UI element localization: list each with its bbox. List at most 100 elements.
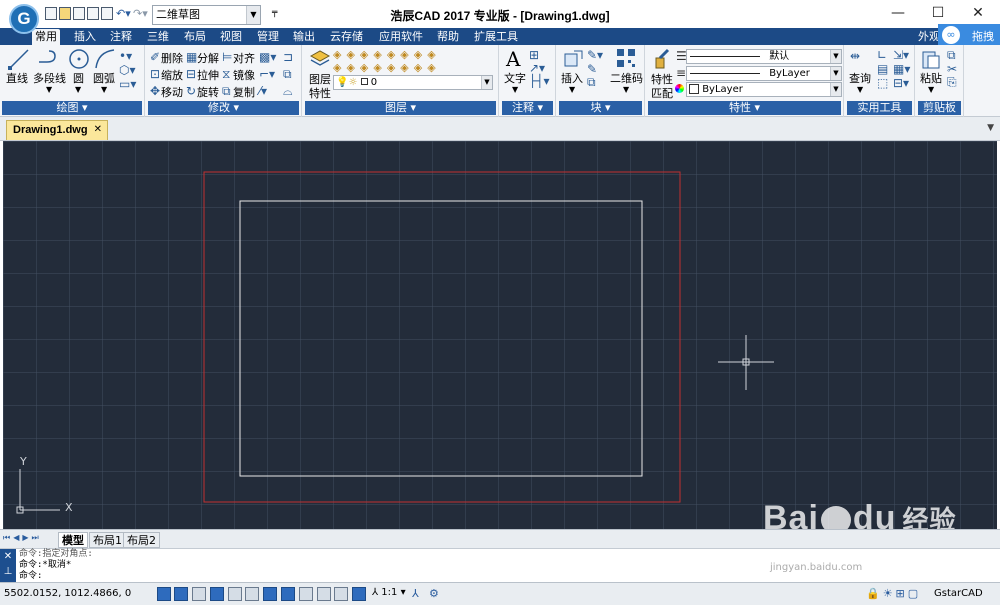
annotation-visibility-icon[interactable]: ⅄ — [412, 587, 419, 600]
layer-tools-row1-icons[interactable]: ◈◈◈◈◈◈◈◈ — [333, 49, 441, 61]
align-button[interactable]: 对齐 — [233, 50, 255, 66]
chevron-down-icon[interactable]: ▼ — [569, 85, 575, 94]
paper-boundary-rect[interactable] — [203, 171, 681, 503]
grid-toggle[interactable] — [174, 587, 188, 601]
tab-layout2[interactable]: 布局2 — [123, 532, 160, 548]
select-icon[interactable]: ⬚ — [877, 77, 888, 89]
copy-clip-icon[interactable]: ⧉ — [947, 49, 956, 61]
annotation-scale[interactable]: ⅄ 1:1 ▾ — [372, 587, 406, 598]
mirror-button[interactable]: 镜像 — [233, 67, 255, 83]
tab-extensions[interactable]: 扩展工具 — [474, 29, 518, 45]
polyline-icon[interactable] — [37, 48, 59, 70]
circle-icon[interactable] — [68, 48, 90, 70]
tab-3d[interactable]: 三维 — [147, 29, 169, 45]
layout-nav-buttons[interactable]: ⏮◀▶⏭ — [3, 533, 42, 543]
insert-button[interactable]: 插入 — [561, 70, 583, 86]
qrcode-icon[interactable] — [616, 48, 636, 68]
tab-insert[interactable]: 插入 — [74, 29, 96, 45]
polyline-button[interactable]: 多段线 — [33, 70, 66, 86]
create-block-icon[interactable]: ✎▾ — [587, 49, 603, 61]
layer-properties-label-2[interactable]: 特性 — [309, 85, 331, 101]
layer-select[interactable]: 💡☼ 0 ▼ — [333, 75, 493, 90]
arc-button[interactable]: 圆弧 — [93, 70, 115, 86]
attribute-icon[interactable]: ⧉ — [587, 76, 596, 88]
lineweight-toggle[interactable] — [299, 587, 313, 601]
layer-properties-icon[interactable] — [309, 48, 331, 70]
angle-icon[interactable]: ∟ — [877, 49, 887, 61]
tab-drawing1[interactable]: Drawing1.dwg ✕ — [6, 120, 108, 140]
array-icon[interactable]: ▩▾ — [259, 51, 276, 63]
tab-layout1[interactable]: 布局1 — [89, 532, 126, 548]
drawing-rectangle[interactable] — [239, 200, 643, 477]
dimension-icon[interactable]: ├┤▾ — [529, 75, 549, 87]
chevron-down-icon[interactable]: ▼ — [101, 85, 107, 94]
copy-button[interactable]: 复制 — [233, 84, 255, 100]
break-icon[interactable]: ⌓ — [283, 85, 293, 97]
chevron-down-icon[interactable]: ▼ — [75, 85, 81, 94]
chevron-down-icon[interactable]: ▼ — [623, 85, 629, 94]
copy-clip-icon[interactable]: ⧉ — [283, 68, 292, 80]
cloud-drag-button[interactable]: ∞ 拖拽 — [938, 24, 1000, 46]
tab-cloud[interactable]: 云存储 — [330, 29, 363, 45]
edit-block-icon[interactable]: ✎ — [587, 63, 597, 75]
tab-list-dropdown-icon[interactable]: ▼ — [987, 123, 994, 133]
lineweight-select[interactable]: ByLayer ▼ — [686, 66, 842, 81]
tab-home[interactable]: 常用 — [32, 29, 60, 45]
polar-toggle[interactable] — [210, 587, 224, 601]
qp-toggle[interactable] — [334, 587, 348, 601]
chevron-down-icon[interactable]: ▼ — [928, 85, 934, 94]
text-icon[interactable]: A — [506, 47, 520, 71]
list-icon[interactable]: ⊟▾ — [893, 77, 909, 89]
workspace-switch-icon[interactable]: ⚙ — [429, 587, 439, 600]
trim-icon[interactable]: ⁄▾ — [259, 85, 267, 97]
move-button[interactable]: 移动 — [161, 84, 183, 100]
id-point-icon[interactable]: ▦▾ — [893, 63, 910, 75]
erase-button[interactable]: 删除 — [161, 50, 183, 66]
layers-group-label[interactable]: 图层 ▾ — [305, 101, 496, 115]
modify-group-label[interactable]: 修改 ▾ — [148, 101, 299, 115]
dyn-toggle[interactable] — [281, 587, 295, 601]
text-button[interactable]: 文字 — [504, 70, 526, 86]
tab-manage[interactable]: 管理 — [257, 29, 279, 45]
paste-icon[interactable] — [920, 48, 942, 70]
tpy-toggle[interactable] — [317, 587, 331, 601]
annotation-group-label[interactable]: 注释 ▾ — [502, 101, 553, 115]
block-group-label[interactable]: 块 ▾ — [559, 101, 642, 115]
pin-icon[interactable]: ⊥ — [0, 566, 16, 577]
layer-tools-row2-icons[interactable]: ◈◈◈◈◈◈◈◈ — [333, 62, 441, 74]
line-icon[interactable] — [8, 48, 30, 70]
paste-button[interactable]: 粘贴 — [920, 70, 942, 86]
circle-button[interactable]: 圆 — [73, 70, 84, 86]
minimize-button[interactable]: — — [878, 0, 918, 28]
tab-layout[interactable]: 布局 — [184, 29, 206, 45]
tab-apps[interactable]: 应用软件 — [379, 29, 423, 45]
table-icon[interactable]: ⊞ — [529, 49, 539, 61]
command-input[interactable]: 命令: — [19, 571, 42, 581]
point-icon[interactable]: •▾ — [119, 50, 132, 62]
match-properties-icon[interactable] — [652, 48, 674, 70]
close-icon[interactable]: ✕ — [94, 121, 102, 139]
snap-toggle[interactable] — [157, 587, 171, 601]
offset-icon[interactable]: ⊐ — [283, 51, 293, 63]
tab-view[interactable]: 视图 — [220, 29, 242, 45]
chevron-down-icon[interactable]: ▼ — [46, 85, 52, 94]
stretch-button[interactable]: 拉伸 — [197, 67, 219, 83]
draw-group-label[interactable]: 绘图 ▾ — [2, 101, 142, 115]
insert-block-icon[interactable] — [562, 48, 584, 70]
cut-icon[interactable]: ✂ — [947, 63, 957, 75]
chevron-down-icon[interactable]: ▼ — [512, 85, 518, 94]
explode-button[interactable]: 分解 — [197, 50, 219, 66]
close-icon[interactable]: ✕ — [0, 551, 16, 562]
chevron-down-icon[interactable]: ▼ — [857, 85, 863, 94]
drawing-canvas[interactable]: Y X Bai du 经验 — [3, 141, 997, 529]
otrack-toggle[interactable] — [245, 587, 259, 601]
fillet-icon[interactable]: ⌐▾ — [259, 68, 275, 80]
qrcode-button[interactable]: 二维码 — [610, 70, 643, 86]
ortho-toggle[interactable] — [192, 587, 206, 601]
calculator-icon[interactable]: ▤ — [877, 63, 888, 75]
color-select[interactable]: ByLayer ▼ — [686, 82, 842, 97]
tab-annotate[interactable]: 注释 — [110, 29, 132, 45]
ducs-toggle[interactable] — [263, 587, 277, 601]
line-button[interactable]: 直线 — [6, 70, 28, 86]
appearance-menu[interactable]: 外观 — [918, 29, 940, 45]
